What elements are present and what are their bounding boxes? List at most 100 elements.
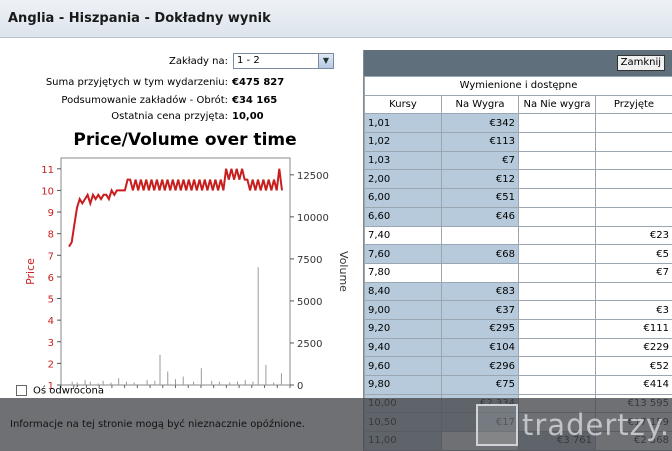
lay-cell[interactable] <box>518 281 596 302</box>
table-row: 6,00 €51 <box>364 188 672 208</box>
y-tick-label: 2 <box>48 359 54 370</box>
back-cell[interactable] <box>441 225 519 246</box>
matched-cell <box>595 113 672 134</box>
table-row: 9,80 €75 €414 <box>364 375 672 395</box>
odds-cell: 7,40 <box>364 225 442 246</box>
table-row: 9,20 €295 €111 <box>364 318 672 339</box>
matched-cell: €23 <box>595 225 672 246</box>
y-tick-label: 7 <box>48 251 54 262</box>
y-tick-label: 8 <box>48 230 54 241</box>
matched-cell: €3 <box>595 300 672 320</box>
y-tick-label: 11 <box>41 165 54 176</box>
close-button[interactable]: Zamknij <box>616 55 665 71</box>
lay-cell[interactable] <box>518 150 596 171</box>
back-cell[interactable]: €296 <box>441 356 519 376</box>
chevron-down-icon[interactable]: ▼ <box>318 54 333 68</box>
lay-cell[interactable] <box>518 244 596 264</box>
y-tick-label: 10 <box>41 186 54 197</box>
odds-cell: 1,03 <box>364 150 442 171</box>
back-cell[interactable]: €12 <box>441 169 519 190</box>
y-tick-label: 9 <box>48 208 54 219</box>
y2-tick-label: 2500 <box>297 339 322 350</box>
back-cell[interactable]: €75 <box>441 375 519 395</box>
window-title: Anglia - Hiszpania - Dokładny wynik <box>8 11 271 26</box>
table-row: 7,80 €7 <box>364 262 672 283</box>
back-cell[interactable]: €37 <box>441 300 519 320</box>
y2-tick-label: 10000 <box>297 213 329 224</box>
table-row: 7,40 €23 <box>364 225 672 246</box>
lay-cell[interactable] <box>518 375 596 395</box>
plot-area <box>60 157 291 386</box>
bets-on-select[interactable]: 1 - 2 ▼ <box>233 53 334 69</box>
back-cell[interactable]: €104 <box>441 337 519 358</box>
odds-panel: Zamknij Wymienione i dostępne Kursy Na W… <box>363 50 672 451</box>
y-tick-label: 5 <box>48 295 54 306</box>
odds-cell: 1,02 <box>364 132 442 152</box>
matched-cell: €52 <box>595 356 672 376</box>
header-odds: Kursy <box>364 94 442 115</box>
odds-cell: 7,60 <box>364 244 442 264</box>
reverse-axis-row[interactable]: Oś odwrócona <box>16 385 104 397</box>
matched-cell <box>595 188 672 208</box>
odds-cell: 8,40 <box>364 281 442 302</box>
back-cell[interactable] <box>441 262 519 283</box>
table-row: 1,02 €113 <box>364 132 672 152</box>
back-cell[interactable]: €342 <box>441 113 519 134</box>
lay-cell[interactable] <box>518 356 596 376</box>
matched-cell: €229 <box>595 337 672 358</box>
matched-cell: €5 <box>595 244 672 264</box>
matched-cell <box>595 206 672 227</box>
back-cell[interactable]: €7 <box>441 150 519 171</box>
odds-cell: 6,60 <box>364 206 442 227</box>
odds-cell: 9,60 <box>364 356 442 376</box>
lay-cell[interactable] <box>518 132 596 152</box>
matched-cell <box>595 169 672 190</box>
lay-cell[interactable] <box>518 300 596 320</box>
table-row: 6,60 €46 <box>364 206 672 227</box>
y-tick-label: 4 <box>48 316 54 327</box>
lay-cell[interactable] <box>518 113 596 134</box>
header-lay: Na Nie wygra <box>518 94 596 115</box>
delay-notice: Informacje na tej stronie mogą być niezn… <box>10 419 305 430</box>
reverse-axis-checkbox[interactable] <box>16 385 27 396</box>
lay-cell[interactable] <box>518 262 596 283</box>
lay-cell[interactable] <box>518 318 596 339</box>
odds-cell: 9,80 <box>364 375 442 395</box>
matched-cell: €414 <box>595 375 672 395</box>
y2-axis-label: Volume <box>337 251 350 292</box>
odds-cell: 9,00 <box>364 300 442 320</box>
y2-tick-label: 5000 <box>297 297 322 308</box>
y-tick-label: 3 <box>48 338 54 349</box>
back-cell[interactable]: €295 <box>441 318 519 339</box>
matched-label: Suma przyjętych w tym wydarzeniu: <box>45 77 228 88</box>
odds-cell: 1,01 <box>364 113 442 134</box>
matched-cell: €111 <box>595 318 672 339</box>
matched-cell <box>595 132 672 152</box>
table-row: 2,00 €12 <box>364 169 672 190</box>
bets-on-value: 1 - 2 <box>237 55 260 66</box>
back-cell[interactable]: €46 <box>441 206 519 227</box>
lay-cell[interactable] <box>518 188 596 208</box>
lay-cell[interactable] <box>518 337 596 358</box>
panel-header: Zamknij <box>364 50 672 76</box>
back-cell[interactable]: €113 <box>441 132 519 152</box>
matched-cell: €7 <box>595 262 672 283</box>
odds-table: Wymienione i dostępne Kursy Na Wygra Na … <box>364 76 672 451</box>
lay-cell[interactable] <box>518 225 596 246</box>
last-price-value: 10,00 <box>232 111 264 122</box>
lay-cell[interactable] <box>518 206 596 227</box>
odds-cell: 9,40 <box>364 337 442 358</box>
matched-cell <box>595 150 672 171</box>
back-cell[interactable]: €83 <box>441 281 519 302</box>
back-cell[interactable]: €68 <box>441 244 519 264</box>
table-row: 7,60 €68 €5 <box>364 244 672 264</box>
turnover-value: €34 165 <box>232 95 278 106</box>
y2-tick-label: 7500 <box>297 255 322 266</box>
chart-title: Price/Volume over time <box>73 130 297 150</box>
y-axis-label: Price <box>24 258 37 285</box>
back-cell[interactable]: €51 <box>441 188 519 208</box>
lay-cell[interactable] <box>518 169 596 190</box>
odds-cell: 6,00 <box>364 188 442 208</box>
odds-cell: 9,20 <box>364 318 442 339</box>
logo-icon <box>476 404 518 446</box>
